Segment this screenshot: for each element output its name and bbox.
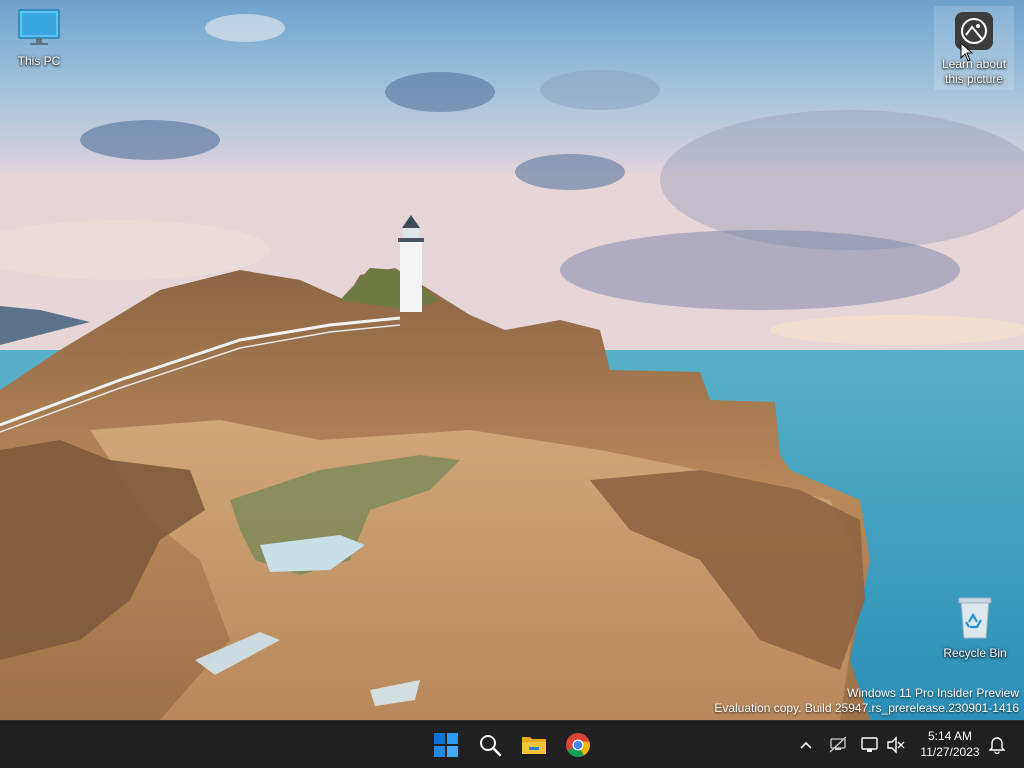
desktop-wallpaper [0, 0, 1024, 720]
learn-label-line1: Learn about [941, 57, 1007, 71]
display-status[interactable] [858, 733, 882, 757]
notification-button[interactable] [986, 733, 1008, 757]
display-icon [861, 737, 878, 752]
desktop-icon-learn-about-picture[interactable]: Learn about this picture [934, 6, 1014, 90]
tray-overflow-button[interactable] [796, 733, 816, 757]
windows-logo-icon [434, 733, 458, 757]
mouse-cursor-icon [960, 42, 974, 62]
network-status[interactable] [826, 733, 850, 757]
network-disconnected-icon [829, 736, 847, 753]
windows-watermark: Windows 11 Pro Insider Preview Evaluatio… [714, 686, 1019, 716]
start-button[interactable] [426, 725, 466, 765]
clock-date: 11/27/2023 [920, 745, 980, 759]
desktop-icon-this-pc[interactable]: This PC [1, 8, 77, 69]
search-button[interactable] [470, 725, 510, 765]
computer-monitor-icon [1, 8, 77, 52]
volume-muted-icon [887, 736, 905, 754]
wallpaper-landscape [0, 0, 1024, 720]
recycle-bin-label: Recycle Bin [943, 646, 1007, 660]
tray-clock[interactable]: 5:14 AM 11/27/2023 [914, 728, 986, 760]
clock-time: 5:14 AM [927, 729, 973, 743]
camera-icon [934, 11, 1014, 55]
file-explorer-button[interactable] [514, 725, 554, 765]
bell-icon [989, 737, 1005, 754]
chrome-icon [566, 733, 590, 758]
desktop-icon-recycle-bin[interactable]: Recycle Bin [937, 596, 1013, 661]
volume-status[interactable] [884, 733, 908, 757]
folder-icon [522, 737, 546, 754]
watermark-edition: Windows 11 Pro Insider Preview [847, 686, 1019, 700]
search-icon [480, 735, 502, 757]
taskbar: 5:14 AM 11/27/2023 [0, 720, 1024, 768]
this-pc-label: This PC [17, 54, 61, 68]
chevron-up-icon [800, 741, 812, 749]
recycle-bin-icon [937, 596, 1013, 644]
watermark-build: Evaluation copy. Build 25947.rs_prerelea… [714, 701, 1019, 715]
chrome-button[interactable] [558, 725, 598, 765]
learn-label-line2: this picture [944, 72, 1004, 86]
